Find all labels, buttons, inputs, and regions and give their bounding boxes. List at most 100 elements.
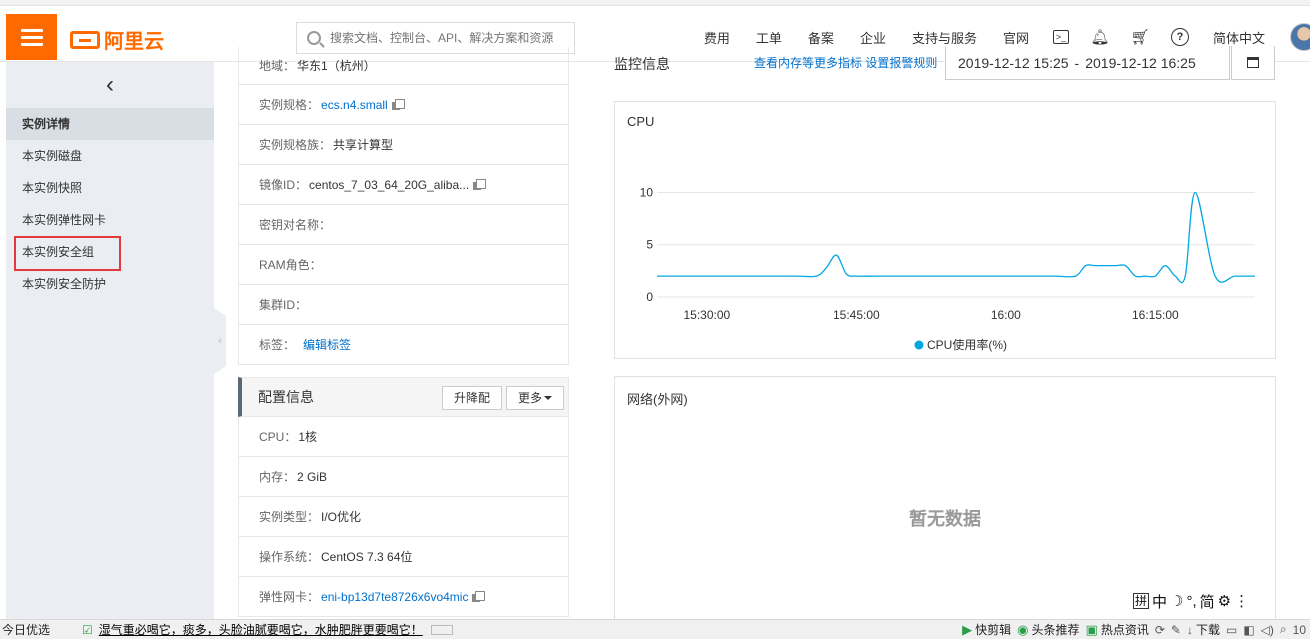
status-headline[interactable]: ◉ 头条推荐	[1017, 621, 1079, 638]
sidebar-item-instance-details[interactable]: 实例详情	[6, 108, 214, 140]
calendar-icon	[1247, 57, 1259, 68]
ime-more-icon[interactable]: ⋮	[1234, 592, 1249, 610]
no-data-text: 暂无数据	[909, 509, 981, 529]
status-label: 快剪辑	[975, 623, 1012, 637]
info-value: I/O优化	[321, 510, 362, 524]
status-hot-news[interactable]: ▣ 热点资讯	[1086, 621, 1149, 638]
y-tick-label: 10	[640, 185, 654, 199]
terminal-icon[interactable]: >_	[1052, 30, 1069, 44]
monitor-title: 监控信息	[614, 56, 670, 72]
copy-icon[interactable]	[391, 99, 405, 110]
ime-pinyin-icon[interactable]: 拼	[1133, 593, 1150, 609]
info-key: 弹性网卡：	[259, 590, 320, 604]
ime-simplified-toggle[interactable]: 简	[1200, 591, 1215, 612]
nav-icp[interactable]: 备案	[808, 28, 834, 47]
sidebar-toggle-handle[interactable]: ‹	[214, 308, 226, 374]
info-key: 镜像ID：	[259, 178, 308, 192]
info-key: 地域：	[259, 59, 296, 73]
x-tick-label: 15:30:00	[683, 308, 730, 322]
upgrade-button[interactable]: 升降配	[441, 386, 502, 410]
network-chart-card: 网络(外网) 暂无数据	[614, 376, 1276, 626]
hamburger-menu-button[interactable]	[6, 14, 57, 60]
more-label: 更多	[517, 391, 542, 405]
nav-enterprise[interactable]: 企业	[860, 28, 886, 47]
language-switch[interactable]: 简体中文	[1213, 28, 1265, 47]
crop-icon[interactable]: ◧	[1243, 623, 1254, 637]
search-input[interactable]	[330, 31, 560, 45]
info-key: CPU：	[259, 430, 297, 444]
ime-settings-icon[interactable]: ⚙	[1218, 592, 1231, 610]
nav-support[interactable]: 支持与服务	[912, 28, 977, 47]
edit-tags-link[interactable]: 编辑标签	[303, 336, 351, 353]
collapse-button[interactable]: ‹	[6, 62, 214, 108]
info-key: RAM角色：	[259, 258, 322, 272]
download-icon: ↓	[1186, 622, 1193, 637]
eni-link[interactable]: eni-bp13d7te8726x6vo4mic	[321, 590, 468, 604]
search-icon	[307, 31, 321, 45]
window-icon[interactable]: ▭	[1226, 623, 1237, 637]
avatar[interactable]	[1290, 23, 1310, 51]
aliyun-logo-icon	[70, 30, 100, 49]
info-row-instance-type: 实例规格： ecs.n4.small	[238, 85, 569, 125]
date-range-picker[interactable]: 2019-12-12 15:25 - 2019-12-12 16:25	[945, 46, 1230, 80]
cpu-series-line	[657, 191, 1255, 284]
config-row-eni: 弹性网卡： eni-bp13d7te8726x6vo4mic	[238, 577, 569, 617]
aliyun-logo[interactable]: 阿里云	[70, 25, 164, 54]
x-tick-label: 15:45:00	[833, 308, 880, 322]
nav-fees[interactable]: 费用	[704, 28, 730, 47]
help-icon[interactable]: ?	[1170, 28, 1189, 46]
sidebar-item-snapshots[interactable]: 本实例快照	[6, 172, 214, 204]
calendar-button[interactable]	[1231, 46, 1275, 80]
status-news-link[interactable]: 湿气重必喝它，痰多，头脸油腻要喝它，水肿肥胖更要喝它！	[99, 621, 423, 638]
ime-punctuation-toggle[interactable]: °,	[1186, 593, 1196, 610]
info-key: 集群ID：	[259, 298, 308, 312]
cpu-chart: 0 5 10 15:30:00 15:45:00 16:00 16:15:00 CPU使用率(…	[640, 185, 1255, 352]
news-icon: ▣	[1085, 621, 1098, 637]
info-row-cluster-id: 集群ID：	[238, 285, 569, 325]
info-key: 实例规格族：	[259, 138, 332, 152]
sound-icon[interactable]: ◁)	[1261, 623, 1274, 637]
config-row-instance-class: 实例类型： I/O优化	[238, 497, 569, 537]
config-row-memory: 内存： 2 GiB	[238, 457, 569, 497]
ime-chinese-toggle[interactable]: 中	[1152, 591, 1167, 612]
config-row-cpu: CPU： 1核	[238, 417, 569, 457]
zoom-icon[interactable]: ⌕	[1280, 622, 1287, 637]
y-tick-label: 5	[646, 238, 653, 252]
status-download[interactable]: ↓ 下载	[1187, 621, 1220, 638]
bell-icon[interactable]: 🔔︎	[1090, 28, 1109, 46]
info-row-ram-role: RAM角色：	[238, 245, 569, 285]
sidebar-item-security-groups[interactable]: 本实例安全组	[6, 236, 214, 271]
chevron-left-icon: ‹	[106, 71, 114, 98]
info-key: 内存：	[259, 470, 296, 484]
instance-sidebar: ‹ 实例详情 本实例磁盘 本实例快照 本实例弹性网卡 本实例安全组 本实例安全防…	[6, 62, 214, 619]
cpu-chart-card: CPU 0 5 10 15:30:00 15:45:00 16:00 16:15:00 CPU…	[614, 101, 1276, 359]
info-value: 1核	[298, 430, 318, 444]
browser-status-bar: 今日优选 ☑ 湿气重必喝它，痰多，头脸油腻要喝它，水肿肥胖更要喝它！ ▶ 快剪辑 …	[0, 619, 1310, 639]
sidebar-item-enis[interactable]: 本实例弹性网卡	[6, 204, 214, 236]
refresh-icon[interactable]: ⟳	[1155, 623, 1165, 637]
status-quick-edit[interactable]: ▶ 快剪辑	[962, 621, 1011, 638]
nav-official-site[interactable]: 官网	[1003, 28, 1029, 47]
legend-marker	[914, 340, 924, 350]
config-row-os: 操作系统： CentOS 7.3 64位	[238, 537, 569, 577]
x-tick-label: 16:15:00	[1132, 308, 1179, 322]
sidebar-item-disks[interactable]: 本实例磁盘	[6, 140, 214, 172]
sidebar-item-security-protection[interactable]: 本实例安全防护	[6, 268, 214, 300]
cart-icon[interactable]: 🛒︎	[1130, 28, 1149, 46]
info-value: 2 GiB	[297, 469, 328, 484]
ime-moon-icon[interactable]: ☽	[1170, 592, 1183, 610]
nav-tickets[interactable]: 工单	[756, 28, 782, 47]
copy-icon[interactable]	[473, 179, 487, 190]
play-icon: ▶	[962, 621, 973, 637]
logo-text: 阿里云	[104, 31, 164, 53]
copy-icon[interactable]	[472, 591, 486, 602]
status-today-picks[interactable]: 今日优选	[0, 621, 82, 638]
legend-label: CPU使用率(%)	[927, 337, 1007, 352]
status-label: 热点资讯	[1100, 623, 1149, 637]
instance-type-link[interactable]: ecs.n4.small	[321, 98, 388, 112]
info-key: 操作系统：	[259, 550, 320, 564]
more-button[interactable]: 更多	[505, 386, 564, 410]
pin-icon[interactable]: ✎	[1171, 623, 1181, 637]
monitor-links[interactable]: 查看内存等更多指标 设置报警规则	[754, 54, 937, 71]
info-row-region: 地域： 华东1（杭州）	[238, 47, 569, 85]
